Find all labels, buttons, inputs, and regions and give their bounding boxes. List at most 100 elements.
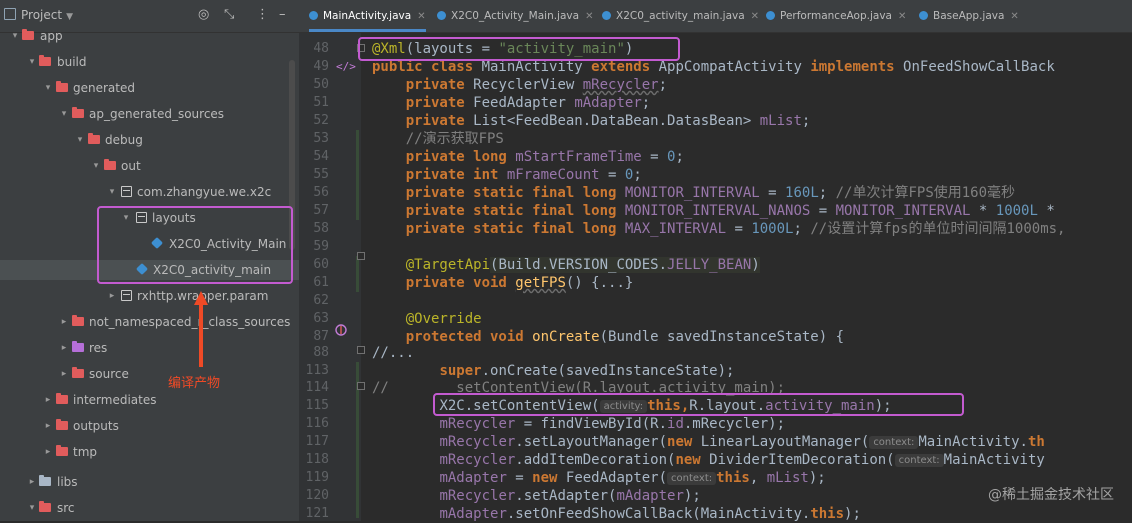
folder-icon [56,445,68,456]
tree-item-libs[interactable]: ▸ libs [0,472,299,492]
code-line-56: private static final long MONITOR_INTERV… [405,185,1016,201]
tree-item-tmp[interactable]: ▸ tmp [0,442,299,462]
code-token: AppCompatActivity [658,59,811,75]
close-icon[interactable]: ✕ [898,11,906,22]
editor-tab-bar: MainActivity.java ✕ X2C0_Activity_Main.ja… [299,0,1132,33]
folded-region[interactable]: //... [372,345,414,361]
tree-item-outputs[interactable]: ▸ outputs [0,416,299,436]
chevron-down-icon[interactable]: ▼ [66,12,73,22]
watermark: @稀土掘金技术社区 [988,487,1114,503]
code-line-119: mAdapter = new FeedAdapter(context: this,… [439,470,826,486]
tree-item-label: ap_generated_sources [89,107,225,121]
code-token: MainActivity. [918,434,1028,450]
annotation-highlight-box [97,206,293,284]
number-token: 1000L [995,203,1038,219]
chevron-down-icon[interactable]: ▾ [43,78,53,98]
editor-gutter[interactable]: 48 49 50 51 52 53 54 55 56 57 58 59 60 6… [299,33,361,521]
chevron-down-icon[interactable]: ▾ [91,156,101,176]
change-marker[interactable] [356,130,359,220]
code-token: MainActivity [943,452,1045,468]
override-icon[interactable] [335,324,347,336]
project-view-selector[interactable]: Project ▼ [4,8,73,22]
close-icon[interactable]: ✕ [417,11,425,22]
line-number: 115 [305,398,329,413]
collapse-all-icon[interactable]: ⤡ [224,7,234,22]
folder-icon [56,393,68,404]
comment-token: //单次计算FPS使用160毫秒 [835,185,1016,201]
tab-label: X2C0_activity_main.java [616,10,745,22]
tab-label: MainActivity.java [323,10,412,22]
chevron-right-icon[interactable]: ▸ [59,312,69,332]
chevron-right-icon[interactable]: ▸ [43,442,53,462]
chevron-right-icon[interactable]: ▸ [59,364,69,384]
code-editor[interactable]: @Xml(layouts = "activity_main") public c… [362,33,1132,521]
locate-target-icon[interactable]: ◎ [198,7,209,22]
tab-mainactivity[interactable]: MainActivity.java ✕ [309,0,426,32]
folder-icon [72,341,84,352]
tree-item-rxhttp-wrapper-param[interactable]: ▸ rxhttp.wrapper.param [0,286,299,306]
code-token: FeedAdapter [473,95,575,111]
keyword-token: this [810,506,845,521]
close-icon[interactable]: ✕ [751,11,759,22]
keyword-token: th [1027,434,1045,450]
code-token: RecyclerView [473,77,583,93]
close-icon[interactable]: ✕ [585,11,593,22]
tab-label: PerformanceAop.java [780,10,892,22]
code-line-54: private long mStartFrameTime = 0; [405,149,684,165]
number-token: 0 [624,167,634,183]
tree-item-res[interactable]: ▸ res [0,338,299,358]
folder-icon [39,55,51,66]
method-token: onCreate [532,329,600,345]
java-class-icon [766,11,775,20]
field-token: mRecycler [439,452,516,468]
tree-item-source[interactable]: ▸ source [0,364,299,384]
code-token: ); [844,506,861,521]
chevron-right-icon[interactable]: ▸ [43,416,53,436]
tree-item-generated[interactable]: ▾ generated [0,78,299,98]
xml-tag-icon[interactable]: </> [336,60,356,73]
method-call-token: .setAdapter( [515,488,617,504]
chevron-down-icon[interactable]: ▾ [27,498,37,518]
tree-item-app[interactable]: ▾ app [0,26,299,46]
tree-item-debug[interactable]: ▾ debug [0,130,299,150]
more-options-icon[interactable]: ⋮ [256,7,269,22]
number-token: 1000L [751,221,794,237]
chevron-down-icon[interactable]: ▾ [75,130,85,150]
chevron-down-icon[interactable]: ▾ [59,104,69,124]
change-marker[interactable] [356,256,359,292]
chevron-right-icon[interactable]: ▸ [43,390,53,410]
code-line-55: private int mFrameCount = 0; [405,167,642,183]
tree-item-intermediates[interactable]: ▸ intermediates [0,390,299,410]
code-token: OnFeedShowCallBack [903,59,1055,75]
folder-icon [39,501,51,512]
chevron-right-icon[interactable]: ▸ [59,338,69,358]
tree-item-ap-generated-sources[interactable]: ▾ ap_generated_sources [0,104,299,124]
line-number: 57 [313,203,329,218]
tree-item-src[interactable]: ▾ src [0,498,299,518]
chevron-down-icon[interactable]: ▾ [27,52,37,72]
java-class-icon [919,11,928,20]
tree-item-package-x2c[interactable]: ▾ com.zhangyue.we.x2c [0,182,299,202]
project-icon [4,8,16,20]
line-number: 117 [305,434,329,449]
chevron-right-icon[interactable]: ▸ [27,472,37,492]
line-number: 121 [305,506,329,521]
chevron-right-icon[interactable]: ▸ [107,286,117,306]
tab-performanceaop[interactable]: PerformanceAop.java ✕ [766,0,906,32]
field-token: mRecycler [582,77,659,93]
tab-baseapp[interactable]: BaseApp.java ✕ [919,0,1019,32]
hide-panel-icon[interactable]: – [279,7,286,22]
class-name-token: MainActivity [481,59,592,75]
method-call-token: .addItemDecoration( [515,452,676,468]
chevron-down-icon[interactable]: ▾ [107,182,117,202]
tree-item-out[interactable]: ▾ out [0,156,299,176]
tab-x2c0-activity-main-upper[interactable]: X2C0_Activity_Main.java ✕ [437,0,593,32]
close-icon[interactable]: ✕ [1010,11,1018,22]
number-token: 160L [785,185,819,201]
tree-item-label: outputs [73,419,119,433]
tree-item-build[interactable]: ▾ build [0,52,299,72]
chevron-down-icon[interactable]: ▾ [10,26,20,46]
tab-x2c0-activity-main-lower[interactable]: X2C0_activity_main.java ✕ [602,0,759,32]
tree-item-not-namespaced[interactable]: ▸ not_namespaced_r_class_sources [0,312,299,332]
line-number: 114 [305,380,329,395]
